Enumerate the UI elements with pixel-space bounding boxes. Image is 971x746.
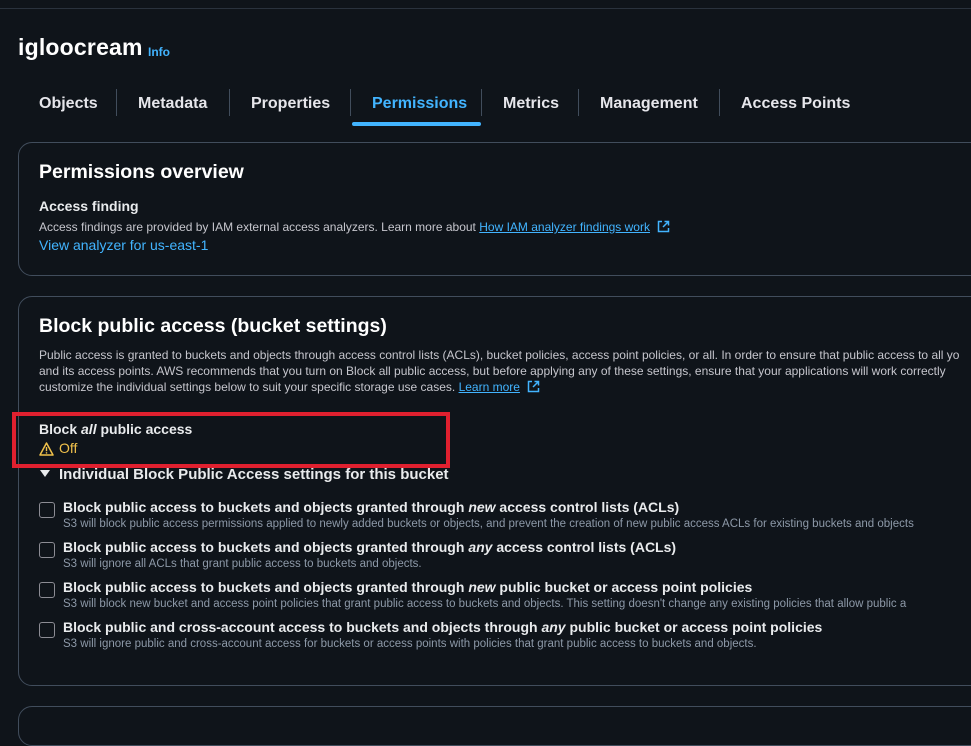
- checkbox-new-policies[interactable]: [39, 582, 55, 598]
- page-title: igloocream: [18, 34, 143, 60]
- access-finding-description: Access findings are provided by IAM exte…: [39, 219, 670, 237]
- info-link[interactable]: Info: [148, 45, 170, 59]
- learn-more-link[interactable]: Learn more: [459, 380, 520, 394]
- setting-title: Block public access to buckets and objec…: [63, 499, 680, 515]
- setting-title: Block public and cross-account access to…: [63, 619, 823, 635]
- setting-any-acls: Block public access to buckets and objec…: [39, 539, 971, 575]
- iam-analyzer-findings-link[interactable]: How IAM analyzer findings work: [479, 220, 650, 234]
- tab-divider: [350, 89, 351, 116]
- view-analyzer-link[interactable]: View analyzer for us-east-1: [39, 237, 208, 253]
- tab-divider: [116, 89, 117, 116]
- bpa-description-line-1: Public access is granted to buckets and …: [39, 348, 960, 362]
- individual-settings-expander[interactable]: Individual Block Public Access settings …: [40, 466, 449, 483]
- tab-divider: [578, 89, 579, 116]
- setting-new-policies: Block public access to buckets and objec…: [39, 579, 971, 615]
- setting-any-policies: Block public and cross-account access to…: [39, 619, 971, 655]
- top-divider: [0, 0, 971, 9]
- setting-description: S3 will block new bucket and access poin…: [63, 598, 907, 610]
- external-link-icon: [527, 380, 540, 397]
- block-public-access-title: Block public access (bucket settings): [39, 315, 387, 337]
- external-link-icon: [657, 220, 670, 237]
- bpa-description-line-3: customize the individual settings below …: [39, 379, 540, 397]
- setting-new-acls: Block public access to buckets and objec…: [39, 499, 971, 535]
- tab-divider: [481, 89, 482, 116]
- checkbox-new-acls[interactable]: [39, 502, 55, 518]
- tab-divider: [719, 89, 720, 116]
- setting-description: S3 will ignore all ACLs that grant publi…: [63, 558, 422, 570]
- bpa-description-line-2: and its access points. AWS recommends th…: [39, 364, 946, 378]
- tab-bar: Objects Metadata Properties Permissions …: [18, 84, 971, 126]
- tab-objects[interactable]: Objects: [39, 84, 98, 126]
- setting-description: S3 will ignore public and cross-account …: [63, 638, 757, 650]
- permissions-overview-title: Permissions overview: [39, 161, 244, 183]
- tab-permissions[interactable]: Permissions: [352, 84, 481, 126]
- tab-divider: [229, 89, 230, 116]
- setting-title: Block public access to buckets and objec…: [63, 539, 677, 555]
- tab-properties[interactable]: Properties: [251, 84, 330, 126]
- tab-management[interactable]: Management: [600, 84, 698, 126]
- caret-down-icon: [40, 470, 50, 477]
- checkbox-any-policies[interactable]: [39, 622, 55, 638]
- setting-title: Block public access to buckets and objec…: [63, 579, 753, 595]
- tab-metadata[interactable]: Metadata: [138, 84, 207, 126]
- checkbox-any-acls[interactable]: [39, 542, 55, 558]
- highlight-annotation-box: [12, 412, 450, 468]
- permissions-overview-card: Permissions overview Access finding Acce…: [18, 142, 971, 276]
- access-finding-label: Access finding: [39, 198, 139, 214]
- tab-metrics[interactable]: Metrics: [503, 84, 559, 126]
- next-section-card: [18, 706, 971, 746]
- setting-description: S3 will block public access permissions …: [63, 518, 914, 530]
- tab-access-points[interactable]: Access Points: [741, 84, 850, 126]
